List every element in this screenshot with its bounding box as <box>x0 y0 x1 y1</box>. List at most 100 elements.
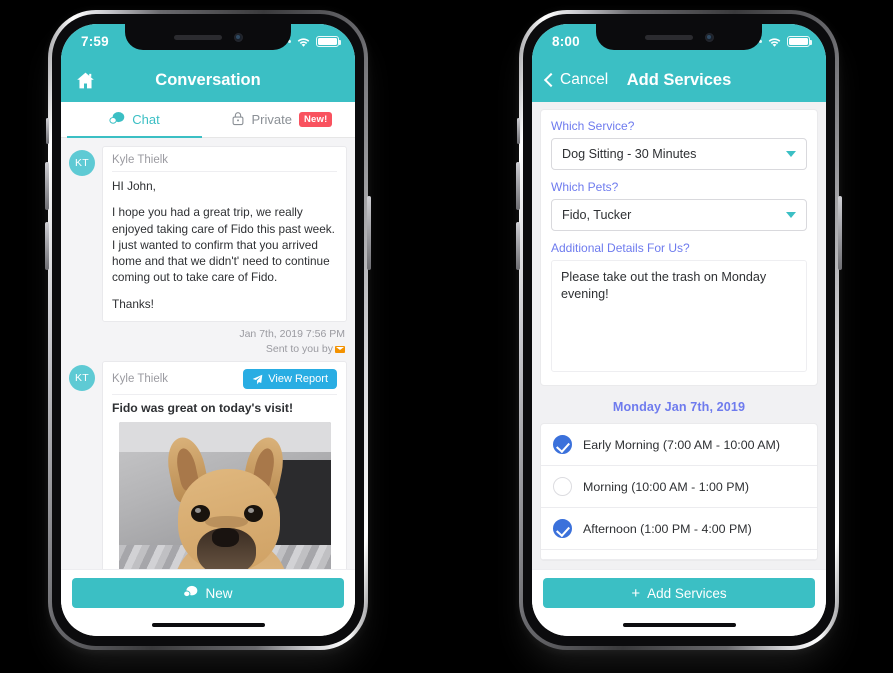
message-paragraph: HI John, <box>112 179 156 193</box>
message-text: HI John, I hope you had a great trip, we… <box>112 178 337 312</box>
empty-circle-icon[interactable] <box>553 477 572 496</box>
message-timestamp: Jan 7th, 2019 7:56 PM <box>239 327 345 340</box>
message-sender: Kyle Thielk <box>112 373 169 386</box>
phone-right-screen: 8:00 Cancel Add Services Which Service? … <box>532 24 826 636</box>
view-report-label: View Report <box>268 373 328 386</box>
tab-chat[interactable]: Chat <box>61 102 208 138</box>
screenshot-stage: 7:59 Conversation Chat Private New! KT K… <box>0 0 893 673</box>
earpiece-speaker <box>644 34 693 40</box>
wifi-icon <box>767 36 782 47</box>
silent-switch[interactable] <box>517 118 520 144</box>
paper-plane-icon <box>252 374 263 385</box>
new-message-button[interactable]: New <box>72 578 344 608</box>
earpiece-speaker <box>173 34 222 40</box>
battery-icon <box>787 35 813 47</box>
add-services-button[interactable]: + Add Services <box>543 578 815 608</box>
check-circle-icon[interactable] <box>553 435 572 454</box>
tab-private-label: Private <box>251 112 292 127</box>
avatar: KT <box>69 150 95 176</box>
plus-icon: + <box>631 584 641 602</box>
cancel-label: Cancel <box>560 71 609 88</box>
tab-private[interactable]: Private New! <box>208 102 355 137</box>
front-camera-icon <box>704 32 714 42</box>
phone-right: 8:00 Cancel Add Services Which Service? … <box>516 10 842 650</box>
message-item: KT Kyle Thielk View Report Fido was grea… <box>69 361 347 569</box>
service-value: Dog Sitting - 30 Minutes <box>562 147 697 161</box>
navbar-left: Conversation <box>61 58 355 102</box>
add-services-form[interactable]: Which Service? Dog Sitting - 30 Minutes … <box>532 102 826 569</box>
phone-left-screen: 7:59 Conversation Chat Private New! KT K… <box>61 24 355 636</box>
time-slot-label: Afternoon (1:00 PM - 4:00 PM) <box>583 521 752 536</box>
front-camera-icon <box>233 32 243 42</box>
message-meta: Jan 7th, 2019 7:56 PM Sent to you by <box>102 322 347 357</box>
phone-left: 7:59 Conversation Chat Private New! KT K… <box>45 10 371 650</box>
avatar: KT <box>69 365 95 392</box>
phone-left-bezel: 7:59 Conversation Chat Private New! KT K… <box>52 14 364 646</box>
time-slot-row[interactable]: Early Morning (7:00 AM - 10:00 AM) <box>541 424 817 466</box>
power-button[interactable] <box>367 196 371 270</box>
volume-up-button[interactable] <box>516 162 520 210</box>
power-button[interactable] <box>838 196 842 270</box>
home-indicator[interactable] <box>151 622 265 628</box>
cancel-button[interactable]: Cancel <box>543 71 609 89</box>
details-textarea[interactable]: Please take out the trash on Monday even… <box>551 260 807 372</box>
chevron-left-icon <box>543 72 559 88</box>
caret-down-icon <box>786 151 796 157</box>
date-heading: Monday Jan 7th, 2019 <box>612 400 746 414</box>
page-title: Conversation <box>155 70 261 89</box>
message-header: Kyle Thielk View Report <box>112 369 337 396</box>
tab-bar: Chat Private New! <box>61 102 355 138</box>
wifi-icon <box>296 36 311 47</box>
service-label: Which Service? <box>551 119 635 133</box>
bottom-action-bar-left: New <box>61 569 355 614</box>
time-slot-label: Morning (10:00 AM - 1:00 PM) <box>583 479 749 494</box>
pets-select[interactable]: Fido, Tucker <box>551 199 807 231</box>
status-time: 8:00 <box>552 33 580 49</box>
pets-value: Fido, Tucker <box>562 208 632 222</box>
message-sender: Kyle Thielk <box>112 154 169 166</box>
form-card: Which Service? Dog Sitting - 30 Minutes … <box>540 109 818 386</box>
message-header: Kyle Thielk <box>112 154 337 172</box>
message-paragraph: I hope you had a great trip, we really e… <box>112 205 335 285</box>
home-icon[interactable] <box>75 70 96 91</box>
photo-caption: Fido was great on today's visit! <box>112 401 294 416</box>
chat-message-list[interactable]: KT Kyle Thielk HI John, I hope you had a… <box>61 138 355 569</box>
new-badge: New! <box>298 112 333 127</box>
volume-up-button[interactable] <box>45 162 49 210</box>
time-slot-row[interactable]: Afternoon (1:00 PM - 4:00 PM) <box>541 508 817 550</box>
time-slot-label: Early Morning (7:00 AM - 10:00 AM) <box>583 437 780 452</box>
email-icon <box>335 345 345 354</box>
caret-down-icon <box>786 212 796 218</box>
new-message-label: New <box>205 585 233 601</box>
home-indicator[interactable] <box>622 622 736 628</box>
message-bubble-wrap: Kyle Thielk HI John, I hope you had a gr… <box>102 146 347 357</box>
view-report-button[interactable]: View Report <box>243 369 337 390</box>
home-indicator-area <box>532 614 826 636</box>
french-bulldog-photo[interactable] <box>118 422 331 569</box>
lock-icon <box>231 111 245 129</box>
status-time: 7:59 <box>81 33 109 49</box>
battery-icon <box>316 35 342 47</box>
message-bubble-wrap: Kyle Thielk View Report Fido was great o… <box>102 361 347 569</box>
chat-bubble-icon <box>109 111 125 129</box>
check-circle-icon[interactable] <box>553 519 572 538</box>
message-bubble: Kyle Thielk View Report Fido was great o… <box>102 361 347 569</box>
message-paragraph: Thanks! <box>112 296 154 311</box>
chat-bubble-icon <box>183 585 198 602</box>
message-sent-by: Sent to you by <box>102 342 345 357</box>
silent-switch[interactable] <box>46 118 49 144</box>
service-select[interactable]: Dog Sitting - 30 Minutes <box>551 138 807 170</box>
message-bubble: Kyle Thielk HI John, I hope you had a gr… <box>102 146 347 322</box>
time-slot-row[interactable]: Morning (10:00 AM - 1:00 PM) <box>541 466 817 508</box>
notch <box>125 24 291 50</box>
pets-label: Which Pets? <box>551 180 619 194</box>
time-slot-row-partial[interactable] <box>541 550 817 560</box>
tab-chat-label: Chat <box>132 112 160 127</box>
phone-right-bezel: 8:00 Cancel Add Services Which Service? … <box>523 14 835 646</box>
navbar-right: Cancel Add Services <box>532 58 826 102</box>
volume-down-button[interactable] <box>516 222 520 270</box>
volume-down-button[interactable] <box>45 222 49 270</box>
notch <box>596 24 762 50</box>
details-label: Additional Details For Us? <box>551 241 690 255</box>
bottom-action-bar-right: + Add Services <box>532 569 826 614</box>
